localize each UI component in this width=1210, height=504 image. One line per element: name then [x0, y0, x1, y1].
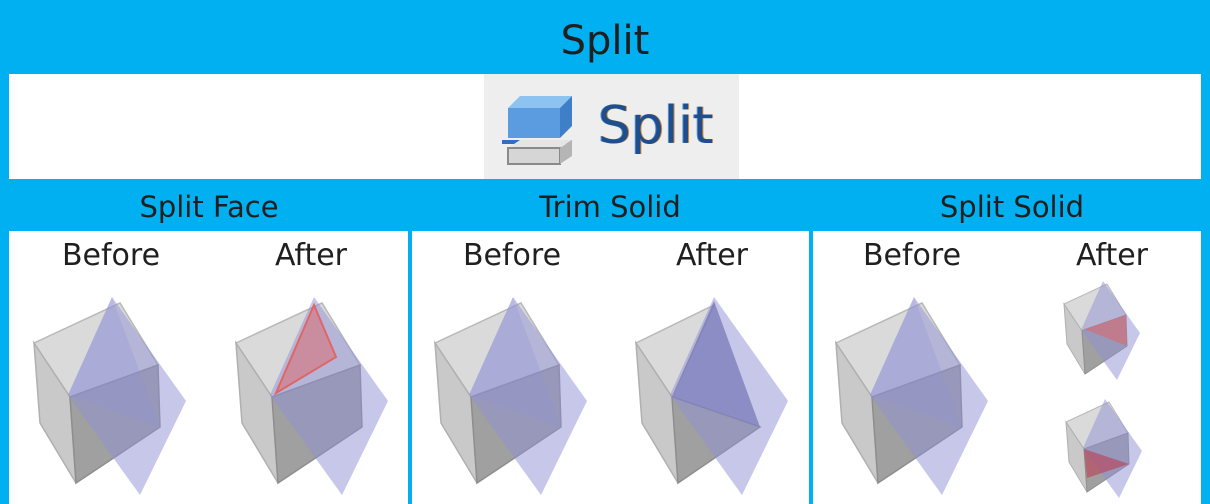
cube-before-figure: [433, 297, 587, 495]
cube-before-figure: [834, 297, 988, 495]
cube-before-figure: [32, 297, 186, 495]
page-title: Split: [0, 9, 1210, 74]
split-solid-piece-bottom: [1065, 399, 1142, 498]
label-before: Before: [61, 238, 161, 273]
section-divider: [408, 231, 412, 504]
split-solid-piece-top: [1063, 281, 1140, 380]
label-before: Before: [862, 238, 962, 273]
cube-after-split-face-figure: [234, 297, 388, 495]
label-after: After: [274, 238, 348, 273]
section-title-trim-solid: Trim Solid: [539, 190, 681, 224]
label-after: After: [675, 238, 749, 273]
label-before: Before: [462, 238, 562, 273]
trimmed-solid-figure: [634, 297, 788, 495]
section-title-split-solid: Split Solid: [939, 190, 1085, 224]
section-title-split-face: Split Face: [139, 190, 279, 224]
tool-label: Split: [598, 96, 714, 156]
label-after: After: [1075, 238, 1149, 273]
split-tool-icon: [502, 96, 572, 165]
section-divider: [809, 231, 813, 504]
